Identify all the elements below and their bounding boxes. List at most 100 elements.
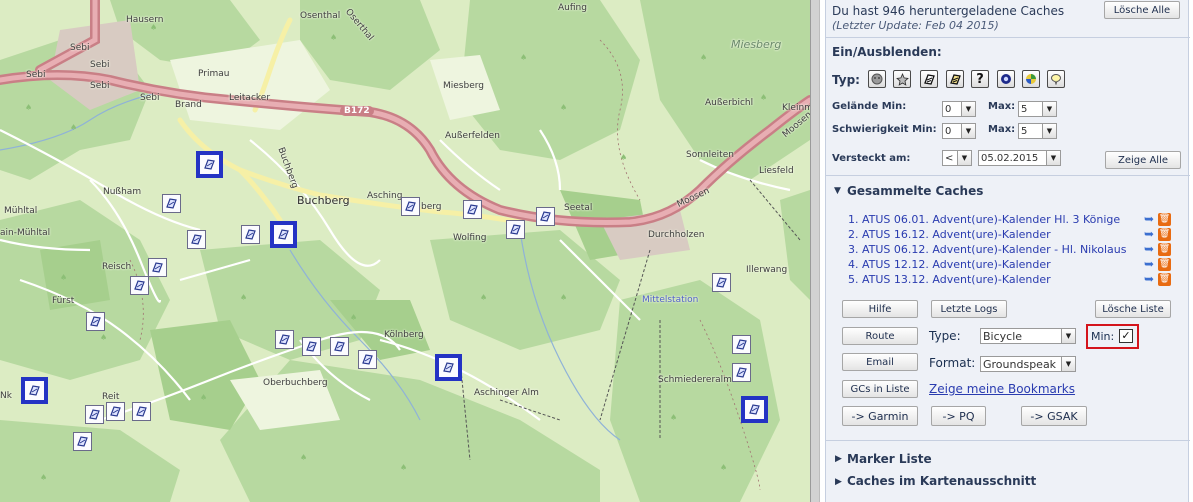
terrain-min-select[interactable]: 0: [942, 101, 962, 117]
cache-marker[interactable]: [130, 276, 149, 295]
chevron-down-icon[interactable]: ▼: [961, 101, 976, 117]
map-label: Sebi: [90, 60, 110, 70]
cache-marker[interactable]: [302, 337, 321, 356]
svg-text:♠: ♠: [700, 53, 707, 62]
trash-icon[interactable]: 🗑: [1158, 273, 1171, 286]
route-type-select[interactable]: Bicycle: [980, 328, 1062, 344]
cache-marker-selected[interactable]: [196, 151, 223, 178]
marker-list-header[interactable]: Marker Liste: [847, 452, 932, 466]
show-all-button[interactable]: Zeige Alle: [1105, 151, 1181, 169]
collected-cache-link[interactable]: 2. ATUS 16.12. Advent(ure)-Kalender: [848, 228, 1051, 241]
multi-cache-icon: [510, 224, 521, 235]
move-arrow-icon[interactable]: ➥: [1144, 258, 1157, 270]
move-arrow-icon[interactable]: ➥: [1144, 243, 1157, 255]
difficulty-min-select[interactable]: 0: [942, 123, 962, 139]
panel-splitter[interactable]: [810, 0, 820, 502]
cache-marker[interactable]: [73, 432, 92, 451]
chevron-down-icon[interactable]: ▼: [1046, 150, 1061, 166]
chevron-down-icon[interactable]: ▼: [1061, 328, 1076, 344]
cache-marker[interactable]: [162, 194, 181, 213]
help-button[interactable]: Hilfe: [842, 300, 918, 318]
collapsed-triangle-icon: ▶: [835, 454, 842, 464]
cache-marker[interactable]: [241, 225, 260, 244]
hidden-label: Versteckt am:: [832, 153, 911, 164]
svg-text:♠: ♠: [40, 473, 47, 482]
cache-marker[interactable]: [275, 330, 294, 349]
last-logs-button[interactable]: Letzte Logs: [931, 300, 1007, 318]
trash-icon[interactable]: 🗑: [1158, 243, 1171, 256]
gsak-export-button[interactable]: -> GSAK: [1021, 406, 1087, 426]
cache-marker[interactable]: [187, 230, 206, 249]
trash-icon[interactable]: 🗑: [1158, 258, 1171, 271]
cache-marker-selected[interactable]: [21, 377, 48, 404]
letterbox-icon[interactable]: [1047, 70, 1065, 88]
cache-marker-selected[interactable]: [741, 396, 768, 423]
cache-marker[interactable]: [106, 402, 125, 421]
terrain-max-select[interactable]: 5: [1018, 101, 1043, 117]
difficulty-max-select[interactable]: 5: [1018, 123, 1043, 139]
chevron-down-icon[interactable]: ▼: [961, 123, 976, 139]
chevron-down-icon[interactable]: ▼: [1042, 101, 1057, 117]
cache-marker[interactable]: [85, 405, 104, 424]
map-label: Durchholzen: [648, 230, 705, 240]
delete-all-button[interactable]: Lösche Alle: [1104, 1, 1180, 19]
expanded-triangle-icon: ▼: [834, 186, 841, 196]
cache-marker[interactable]: [732, 363, 751, 382]
multi-cache-icon: [467, 204, 478, 215]
email-button[interactable]: Email: [842, 353, 918, 371]
cache-marker-selected[interactable]: [435, 354, 462, 381]
cache-marker[interactable]: [148, 258, 167, 277]
svg-text:♠: ♠: [350, 313, 357, 322]
road-label-b172: B172: [340, 106, 374, 116]
collected-header[interactable]: Gesammelte Caches: [847, 184, 983, 198]
garmin-export-button[interactable]: -> Garmin: [842, 406, 918, 426]
cache-marker[interactable]: [506, 220, 525, 239]
cache-marker[interactable]: [358, 350, 377, 369]
pq-export-button[interactable]: -> PQ: [931, 406, 986, 426]
cache-marker[interactable]: [536, 207, 555, 226]
cache-marker[interactable]: [732, 335, 751, 354]
map-label: Leitacker: [229, 93, 271, 103]
unknown-cache-icon[interactable]: [868, 70, 886, 88]
min-checkbox[interactable]: ✓: [1119, 329, 1133, 343]
show-bookmarks-link[interactable]: Zeige meine Bookmarks: [929, 382, 1075, 396]
chevron-down-icon[interactable]: ▼: [1042, 123, 1057, 139]
collected-cache-link[interactable]: 4. ATUS 12.12. Advent(ure)-Kalender: [848, 258, 1051, 271]
route-button[interactable]: Route: [842, 327, 918, 345]
collected-cache-link[interactable]: 5. ATUS 13.12. Advent(ure)-Kalender: [848, 273, 1051, 286]
gcs-in-list-button[interactable]: GCs in Liste: [842, 380, 918, 398]
collected-cache-link[interactable]: 3. ATUS 06.12. Advent(ure)-Kalender - Hl…: [848, 243, 1126, 256]
move-arrow-icon[interactable]: ➥: [1144, 273, 1157, 285]
cache-marker[interactable]: [132, 402, 151, 421]
chevron-down-icon[interactable]: ▼: [957, 150, 972, 166]
multi-cache-icon[interactable]: [946, 70, 964, 88]
hidden-date-select[interactable]: 05.02.2015: [978, 150, 1047, 166]
trash-icon[interactable]: 🗑: [1158, 228, 1171, 241]
collected-cache-link[interactable]: 1. ATUS 06.01. Advent(ure)-Kalender Hl. …: [848, 213, 1120, 226]
move-arrow-icon[interactable]: ➥: [1144, 213, 1157, 225]
move-arrow-icon[interactable]: ➥: [1144, 228, 1157, 240]
chevron-down-icon[interactable]: ▼: [1061, 356, 1076, 372]
caches-in-map-header[interactable]: Caches im Kartenausschnitt: [847, 474, 1036, 488]
earth-cache-icon[interactable]: [997, 70, 1015, 88]
cache-marker[interactable]: [330, 337, 349, 356]
star-icon[interactable]: [893, 70, 911, 88]
map-label: Fürst: [52, 296, 75, 306]
format-label: Format:: [929, 356, 976, 370]
cache-marker-selected[interactable]: [270, 221, 297, 248]
format-select[interactable]: Groundspeak: [980, 356, 1062, 372]
cache-marker[interactable]: [86, 312, 105, 331]
multi-cache-icon: [152, 262, 163, 273]
svg-text:♠: ♠: [100, 333, 107, 342]
webcam-cache-icon[interactable]: [1022, 70, 1040, 88]
delete-list-button[interactable]: Lösche Liste: [1095, 300, 1171, 318]
cache-marker[interactable]: [712, 273, 731, 292]
cache-marker[interactable]: [401, 197, 420, 216]
cache-marker[interactable]: [463, 200, 482, 219]
hidden-operator-select[interactable]: <: [942, 150, 958, 166]
map-view[interactable]: ♠ ♠ ♠ ♠ ♠ ♠ ♠ ♠ ♠ ♠ ♠ ♠ ♠ ♠ ♠ ♠ ♠ ♠ ♠ ♠ ♠ Hausern Osen…: [0, 0, 810, 502]
mystery-cache-icon[interactable]: ?: [971, 70, 989, 88]
traditional-cache-icon[interactable]: [920, 70, 938, 88]
difficulty-min-label: Schwierigkeit Min:: [832, 124, 937, 135]
trash-icon[interactable]: 🗑: [1158, 213, 1171, 226]
